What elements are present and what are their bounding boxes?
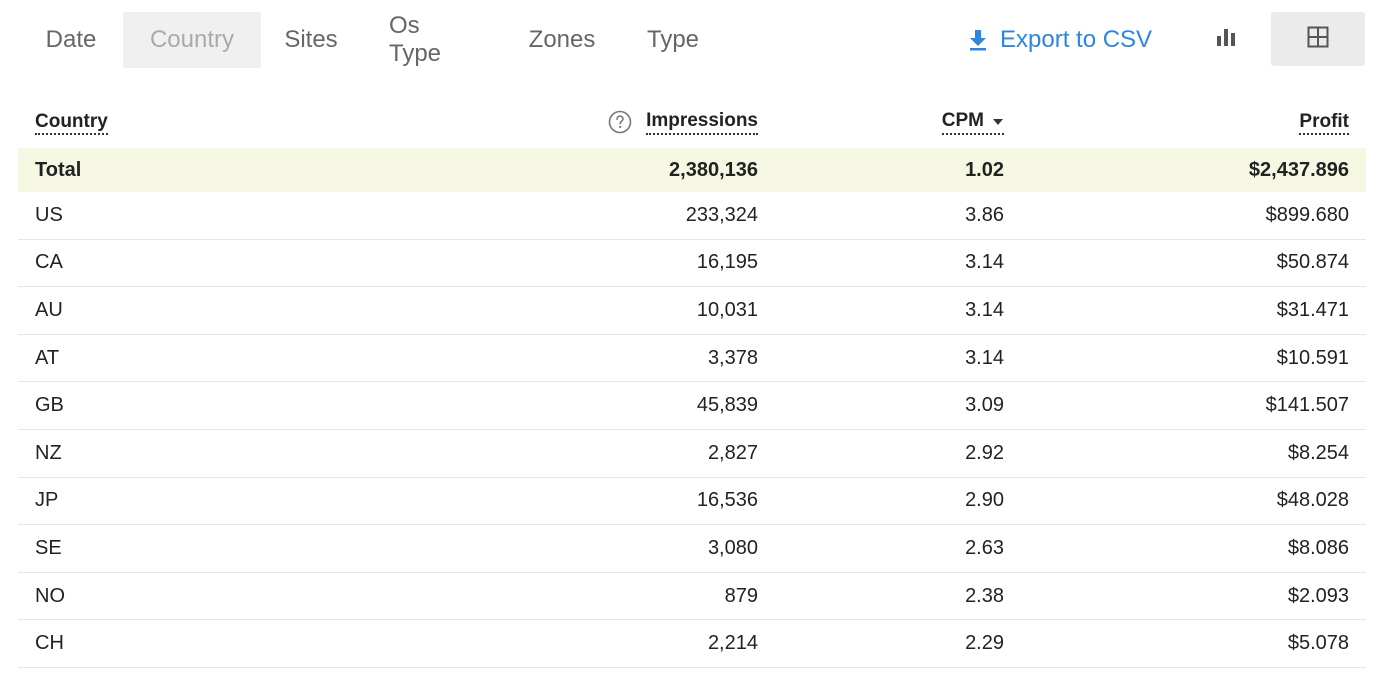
cell-cpm: 3.14: [965, 251, 1004, 274]
header-country[interactable]: Country: [35, 111, 108, 135]
cell-country: AT: [35, 346, 60, 369]
tab-date[interactable]: Date: [18, 12, 123, 68]
cell-impressions: 2,214: [707, 632, 758, 655]
cell-cpm: 2.38: [965, 584, 1004, 607]
cell-cpm: 2.63: [965, 536, 1004, 559]
cell-country: US: [35, 203, 63, 226]
cell-profit: $8.254: [1287, 441, 1349, 464]
sort-descending-icon: [992, 110, 1004, 132]
cell-cpm: 3.09: [965, 394, 1004, 417]
tab-os-type[interactable]: Os Type: [363, 12, 503, 68]
cell-impressions: 3,378: [707, 346, 758, 369]
cell-impressions: 16,195: [696, 251, 758, 274]
table-row: SE 3,080 2.63 $8.086: [18, 525, 1366, 573]
table-row: AU 10,031 3.14 $31.471: [18, 287, 1366, 335]
help-icon[interactable]: [608, 110, 632, 134]
cell-impressions: 879: [724, 584, 758, 607]
tab-sites[interactable]: Sites: [261, 12, 363, 68]
table-row: CH 2,214 2.29 $5.078: [18, 620, 1366, 668]
grid-icon: [1307, 26, 1329, 53]
cell-profit: $8.086: [1287, 536, 1349, 559]
cell-cpm: 3.14: [965, 298, 1004, 321]
cell-profit: $141.507: [1265, 394, 1349, 417]
cell-cpm: 2.90: [965, 489, 1004, 512]
cell-cpm: 3.14: [965, 346, 1004, 369]
cell-impressions: 233,324: [685, 203, 758, 226]
header-cpm-label: CPM: [941, 109, 984, 131]
table-row: AT 3,378 3.14 $10.591: [18, 335, 1366, 383]
cell-profit: $899.680: [1265, 203, 1349, 226]
cell-profit: $48.028: [1276, 489, 1349, 512]
tab-zones[interactable]: Zones: [503, 12, 621, 68]
table-row: GB 45,839 3.09 $141.507: [18, 382, 1366, 430]
bar-chart-icon: [1216, 28, 1236, 51]
table-row: NO 879 2.38 $2.093: [18, 573, 1366, 621]
cell-country: GB: [35, 394, 64, 417]
total-cpm: 1.02: [965, 158, 1004, 181]
export-csv-label: Export to CSV: [1000, 26, 1153, 53]
table-header-row: Country Impressions CPM Profit: [18, 96, 1366, 148]
cell-profit: $5.078: [1287, 632, 1349, 655]
cell-country: CA: [35, 251, 63, 274]
cell-profit: $10.591: [1276, 346, 1349, 369]
table-row: NZ 2,827 2.92 $8.254: [18, 430, 1366, 478]
dimension-tabs: Date Country Sites Os Type Zones Type: [18, 12, 725, 68]
cell-impressions: 3,080: [707, 536, 758, 559]
cell-cpm: 2.92: [965, 441, 1004, 464]
cell-country: CH: [35, 632, 64, 655]
export-csv-button[interactable]: Export to CSV: [968, 12, 1152, 68]
cell-impressions: 10,031: [696, 298, 758, 321]
cell-impressions: 45,839: [696, 394, 758, 417]
cell-country: AU: [35, 298, 63, 321]
tab-type[interactable]: Type: [621, 12, 725, 68]
cell-impressions: 2,827: [707, 441, 758, 464]
tab-country[interactable]: Country: [123, 12, 261, 68]
table-row: CA 16,195 3.14 $50.874: [18, 240, 1366, 288]
cell-country: NZ: [35, 441, 62, 464]
cell-impressions: 16,536: [696, 489, 758, 512]
cell-country: JP: [35, 489, 59, 512]
total-profit: $2,437.896: [1248, 158, 1349, 181]
chart-view-button[interactable]: [1198, 12, 1254, 66]
table-view-button[interactable]: [1271, 12, 1365, 66]
cell-profit: $2.093: [1287, 584, 1349, 607]
country-stats-table: Country Impressions CPM Profit Total 2,3…: [18, 96, 1366, 668]
cell-cpm: 3.86: [965, 203, 1004, 226]
table-row: JP 16,536 2.90 $48.028: [18, 478, 1366, 526]
cell-profit: $50.874: [1276, 251, 1349, 274]
total-label: Total: [35, 158, 82, 181]
cell-profit: $31.471: [1276, 298, 1349, 321]
download-icon: [968, 29, 988, 51]
header-profit[interactable]: Profit: [1299, 111, 1349, 135]
header-cpm[interactable]: CPM: [941, 109, 1004, 135]
total-row: Total 2,380,136 1.02 $2,437.896: [18, 148, 1366, 192]
cell-country: NO: [35, 584, 65, 607]
table-row: US 233,324 3.86 $899.680: [18, 192, 1366, 240]
cell-country: SE: [35, 536, 62, 559]
cell-cpm: 2.29: [965, 632, 1004, 655]
header-impressions[interactable]: Impressions: [646, 110, 758, 135]
total-impressions: 2,380,136: [669, 158, 758, 181]
